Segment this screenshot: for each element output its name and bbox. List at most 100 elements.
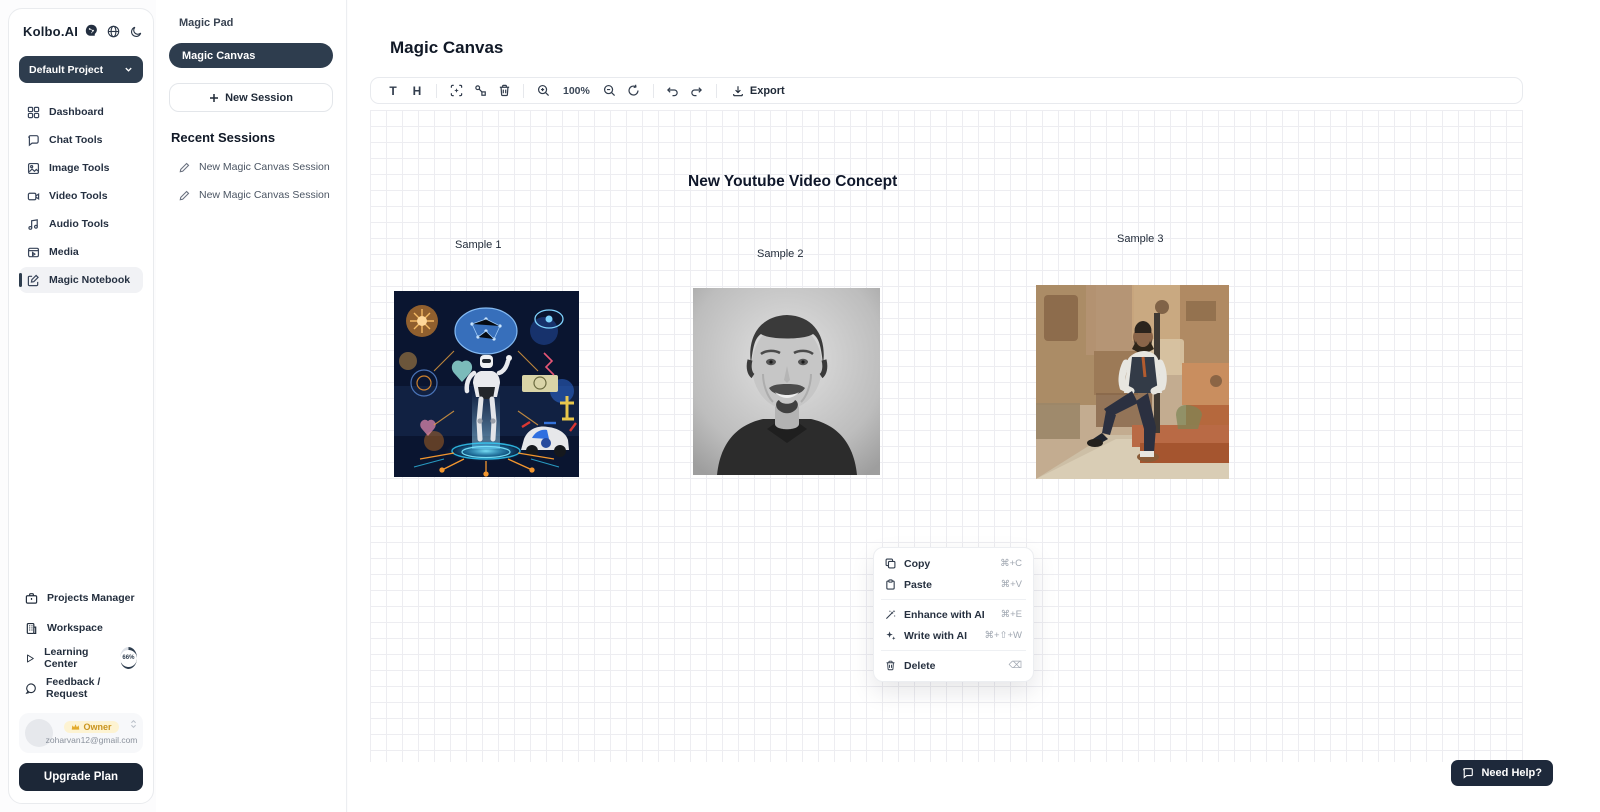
sidebar-item-image-tools[interactable]: Image Tools <box>19 155 143 181</box>
delete-tool-button[interactable] <box>492 80 516 101</box>
reset-view-button[interactable] <box>622 80 646 101</box>
toolbar-divider <box>716 84 717 98</box>
menu-item-shortcut: ⌫ <box>1009 660 1022 671</box>
connector-tool-button[interactable] <box>468 80 492 101</box>
canvas-heading-text[interactable]: New Youtube Video Concept <box>688 173 897 191</box>
sidebar-item-audio-tools[interactable]: Audio Tools <box>19 211 143 237</box>
dashboard-icon <box>27 106 40 119</box>
context-menu: Copy ⌘+C Paste ⌘+V Enhance with AI ⌘+E W… <box>873 547 1034 682</box>
chevron-down-icon <box>124 65 133 74</box>
recent-sessions-title: Recent Sessions <box>169 130 333 145</box>
user-account-row[interactable]: Owner zoharvan12@gmail.com <box>19 713 143 753</box>
magic-wand-icon <box>885 609 896 620</box>
context-menu-paste[interactable]: Paste ⌘+V <box>879 574 1028 595</box>
sample-3-label[interactable]: Sample 3 <box>1117 233 1163 245</box>
sidebar-item-learning-center[interactable]: Learning Center 66% <box>19 643 143 673</box>
need-help-button[interactable]: Need Help? <box>1451 760 1553 786</box>
sidebar-item-label: Learning Center <box>44 646 107 670</box>
session-list-item[interactable]: New Magic Canvas Session <box>169 189 333 201</box>
pencil-icon <box>179 190 190 201</box>
nav-magic-pad[interactable]: Magic Pad <box>169 14 333 32</box>
menu-item-shortcut: ⌘+⇧+W <box>984 630 1022 641</box>
sample-2-label[interactable]: Sample 2 <box>757 248 803 260</box>
sidebar-item-dashboard[interactable]: Dashboard <box>19 99 143 125</box>
undo-icon <box>666 84 679 97</box>
trash-icon <box>498 84 511 97</box>
menu-item-label: Delete <box>904 660 936 672</box>
chat-icon <box>27 134 40 147</box>
magic-canvas-surface[interactable]: New Youtube Video Concept Sample 1 Sampl… <box>370 110 1523 762</box>
sidebar-item-feedback[interactable]: Feedback / Request <box>19 673 143 703</box>
sidebar-item-label: Projects Manager <box>47 592 135 604</box>
sample-2-image[interactable] <box>693 288 880 475</box>
sidebar-item-workspace[interactable]: Workspace <box>19 613 143 643</box>
context-menu-delete[interactable]: Delete ⌫ <box>879 655 1028 676</box>
export-label: Export <box>750 85 785 97</box>
sidebar-item-video-tools[interactable]: Video Tools <box>19 183 143 209</box>
copy-icon <box>885 558 896 569</box>
menu-item-label: Enhance with AI <box>904 609 985 621</box>
language-globe-icon[interactable] <box>107 25 120 38</box>
menu-item-label: Paste <box>904 579 932 591</box>
play-icon <box>25 652 35 665</box>
session-title: New Magic Canvas Session <box>199 161 330 173</box>
project-selector-label: Default Project <box>29 64 103 76</box>
sidebar-item-media[interactable]: Media <box>19 239 143 265</box>
sidebar-item-projects-manager[interactable]: Projects Manager <box>19 583 143 613</box>
zoom-out-button[interactable] <box>598 80 622 101</box>
upgrade-plan-button[interactable]: Upgrade Plan <box>19 763 143 791</box>
plus-icon <box>209 93 219 103</box>
text-tool-button[interactable]: T <box>381 80 405 101</box>
menu-divider <box>881 650 1026 651</box>
sidebar-item-label: Magic Notebook <box>49 274 130 286</box>
main-area: Magic Canvas T H 100% <box>348 0 1600 812</box>
page-title: Magic Canvas <box>390 38 503 58</box>
context-menu-write-ai[interactable]: Write with AI ⌘+⇧+W <box>879 625 1028 646</box>
connector-icon <box>474 84 487 97</box>
sidebar-nav: Dashboard Chat Tools Image Tools Video T… <box>19 99 143 295</box>
export-button[interactable]: Export <box>732 85 785 97</box>
sidebar-footer: Projects Manager Workspace Learning Cent… <box>19 583 143 791</box>
brand-logo: Kolbo.AI <box>23 24 78 39</box>
building-icon <box>25 622 38 635</box>
zoom-in-button[interactable] <box>531 80 555 101</box>
sidebar-item-label: Video Tools <box>49 190 108 202</box>
session-title: New Magic Canvas Session <box>199 189 330 201</box>
menu-item-shortcut: ⌘+C <box>1000 558 1022 569</box>
menu-item-label: Copy <box>904 558 930 570</box>
context-menu-enhance-ai[interactable]: Enhance with AI ⌘+E <box>879 604 1028 625</box>
toolbar-divider <box>653 84 654 98</box>
sample-3-image[interactable] <box>1036 285 1229 479</box>
undo-button[interactable] <box>661 80 685 101</box>
session-list-item[interactable]: New Magic Canvas Session <box>169 161 333 173</box>
ai-select-tool-button[interactable] <box>444 80 468 101</box>
ai-select-icon <box>450 84 463 97</box>
heading-tool-button[interactable]: H <box>405 80 429 101</box>
nav-magic-canvas-active[interactable]: Magic Canvas <box>169 43 333 68</box>
sidebar-item-label: Audio Tools <box>49 218 109 230</box>
dark-mode-moon-icon[interactable] <box>130 25 143 38</box>
crown-icon <box>71 723 80 731</box>
sidebar-item-magic-notebook[interactable]: Magic Notebook <box>19 267 143 293</box>
brand-row: Kolbo.AI <box>19 23 143 40</box>
canvas-toolbar: T H 100% <box>370 77 1523 104</box>
sample-1-image[interactable] <box>394 291 579 477</box>
image-icon <box>27 162 40 175</box>
redo-button[interactable] <box>685 80 709 101</box>
user-email: zoharvan12@gmail.com <box>46 735 138 745</box>
app-window: Kolbo.AI Default Project Dashboard <box>0 0 1600 812</box>
sample-1-label[interactable]: Sample 1 <box>455 239 501 251</box>
sidebar-item-label: Workspace <box>47 622 103 634</box>
toolbar-divider <box>523 84 524 98</box>
redo-icon <box>690 84 703 97</box>
sidebar-item-label: Feedback / Request <box>46 676 137 700</box>
project-selector[interactable]: Default Project <box>19 56 143 83</box>
new-session-button[interactable]: New Session <box>169 83 333 112</box>
video-camera-icon <box>27 190 40 203</box>
zoom-level: 100% <box>563 85 590 97</box>
zoom-in-icon <box>537 84 550 97</box>
paste-icon <box>885 579 896 590</box>
context-menu-copy[interactable]: Copy ⌘+C <box>879 553 1028 574</box>
sidebar-item-chat-tools[interactable]: Chat Tools <box>19 127 143 153</box>
notebook-icon <box>27 274 40 287</box>
